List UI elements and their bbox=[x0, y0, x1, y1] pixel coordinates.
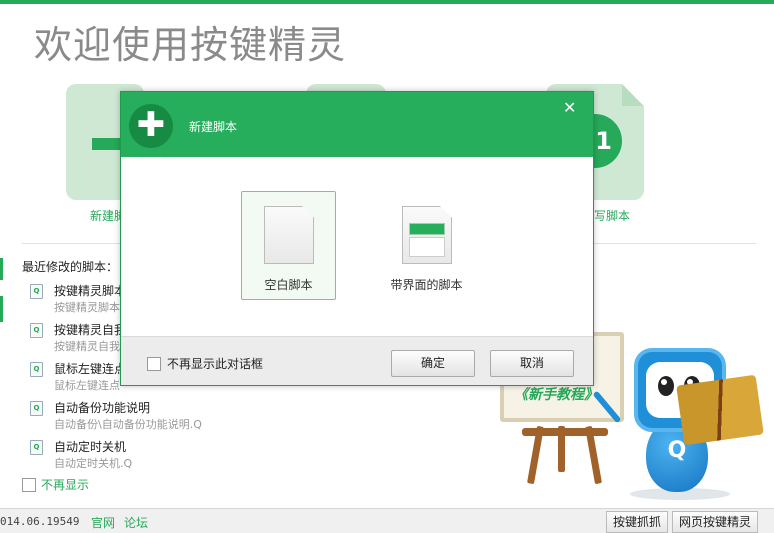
ui-script-label: 带界面的脚本 bbox=[390, 278, 463, 292]
recent-item-path: 按键精灵脚本 bbox=[54, 301, 120, 314]
plus-icon bbox=[92, 138, 122, 150]
dialog-title: 新建脚本 bbox=[189, 120, 238, 134]
official-site-link[interactable]: 官网 bbox=[91, 514, 115, 531]
list-item[interactable]: Q 自动定时关机 自动定时关机.Q bbox=[28, 438, 328, 477]
blank-script-label: 空白脚本 bbox=[264, 278, 313, 292]
recent-item-path: 自动定时关机.Q bbox=[54, 457, 133, 470]
list-item[interactable]: Q 自动备份功能说明 自动备份\自动备份功能说明.Q bbox=[28, 399, 328, 438]
script-file-icon: Q bbox=[30, 323, 43, 338]
easel-crossbar bbox=[522, 428, 608, 436]
no-show-checkbox[interactable] bbox=[22, 477, 36, 492]
script-file-icon: Q bbox=[30, 362, 43, 377]
web-keyboard-wizard-button[interactable]: 网页按键精灵 bbox=[672, 511, 759, 533]
new-script-dialog: ✚ 新建脚本 ✕ 空白脚本 带界面的脚本 不再显示此对话框 确定 取消 bbox=[120, 91, 594, 386]
ok-button[interactable]: 确定 bbox=[391, 350, 475, 377]
script-file-icon: Q bbox=[30, 401, 43, 416]
dont-show-dialog-checkbox[interactable] bbox=[147, 356, 161, 371]
version-text: 014.06.19549 bbox=[0, 515, 80, 528]
ui-document-icon bbox=[402, 206, 452, 264]
recent-scripts-title: 最近修改的脚本： bbox=[22, 260, 119, 274]
mascot-eye bbox=[658, 376, 674, 396]
ui-script-option[interactable]: 带界面的脚本 bbox=[379, 191, 474, 300]
dont-show-dialog-label: 不再显示此对话框 bbox=[167, 357, 264, 371]
top-accent-bar bbox=[0, 0, 774, 4]
left-accent-bar bbox=[0, 296, 3, 322]
capture-tool-button[interactable]: 按键抓抓 bbox=[606, 511, 669, 533]
recent-item-path: 自动备份\自动备份功能说明.Q bbox=[54, 418, 202, 431]
no-show-option[interactable]: 不再显示 bbox=[22, 476, 89, 493]
cancel-button[interactable]: 取消 bbox=[490, 350, 574, 377]
script-file-icon: Q bbox=[30, 440, 43, 455]
recent-item-path: 鼠标左键连点 bbox=[54, 379, 120, 392]
page-fold-icon bbox=[622, 84, 644, 106]
welcome-title: 欢迎使用按键精灵 bbox=[34, 23, 347, 67]
left-accent-bar bbox=[0, 258, 3, 280]
blank-script-option[interactable]: 空白脚本 bbox=[241, 191, 336, 300]
recent-item-name[interactable]: 自动备份功能说明 bbox=[54, 399, 150, 416]
forum-link[interactable]: 论坛 bbox=[124, 514, 148, 531]
recent-item-name[interactable]: 按键精灵自我 bbox=[54, 321, 126, 338]
no-show-label: 不再显示 bbox=[41, 478, 90, 492]
status-bar: 014.06.19549 官网 论坛 按键抓抓 网页按键精灵 bbox=[0, 508, 774, 533]
recent-item-path: 按键精灵自我 bbox=[54, 340, 120, 353]
window-titlebar-shape bbox=[409, 223, 445, 235]
recent-item-name[interactable]: 按键精灵脚本 bbox=[54, 282, 126, 299]
dont-show-dialog-option[interactable]: 不再显示此对话框 bbox=[147, 355, 263, 372]
dialog-header: ✚ 新建脚本 ✕ bbox=[121, 92, 593, 157]
recent-item-name[interactable]: 鼠标左键连点 bbox=[54, 360, 126, 377]
dialog-footer: 不再显示此对话框 确定 取消 bbox=[121, 336, 593, 385]
plus-icon: ✚ bbox=[129, 104, 173, 148]
tutorial-easel-text: 《新手教程》 bbox=[514, 387, 598, 403]
script-file-icon: Q bbox=[30, 284, 43, 299]
close-icon[interactable]: ✕ bbox=[563, 98, 576, 117]
blank-document-icon bbox=[264, 206, 314, 264]
window-body-shape bbox=[409, 237, 445, 257]
recent-item-name[interactable]: 自动定时关机 bbox=[54, 438, 126, 455]
write-script-label[interactable]: 写脚本 bbox=[594, 207, 630, 224]
book-icon bbox=[676, 374, 764, 446]
